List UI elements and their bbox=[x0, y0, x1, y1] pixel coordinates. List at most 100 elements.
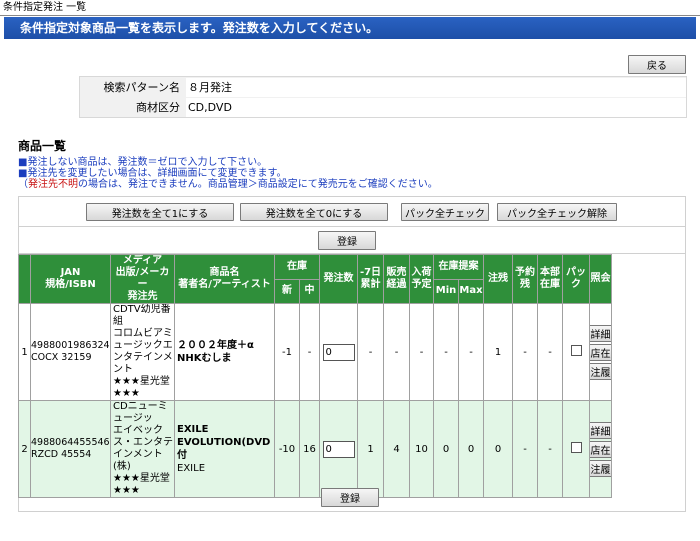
media-type: CDニューミュージッ bbox=[113, 401, 168, 425]
set-all-one-button[interactable]: 発注数を全て1にする bbox=[86, 203, 234, 221]
past7-cell: 1 bbox=[357, 400, 384, 498]
spec-code: RZCD 45554 bbox=[31, 449, 92, 460]
note-line-3-text: の場合は、発注できません。商品管理＞商品設定にて発売元をご確認ください。 bbox=[78, 179, 438, 190]
table-header-row-1: JAN 規格/ISBN メディア 出版/メーカー 発注先 商品名 著者名/アーティスト … bbox=[18, 254, 687, 304]
divider bbox=[18, 226, 686, 227]
col-sales: 販売 経過 bbox=[383, 254, 410, 304]
set-all-zero-button[interactable]: 発注数を全て0にする bbox=[240, 203, 388, 221]
order-history-button[interactable]: 発注履歴 bbox=[590, 362, 611, 380]
col-order-qty: 発注数 bbox=[319, 254, 358, 304]
order-rem-cell: 0 bbox=[483, 400, 513, 498]
col-product-label: 商品名 bbox=[209, 267, 240, 278]
col-stock-proposal: 在庫提案 bbox=[433, 254, 484, 280]
artist-name: NHKむしま bbox=[177, 353, 232, 364]
col-publisher-label: 出版/メーカー bbox=[115, 267, 170, 290]
search-pattern-value: ８月発注 bbox=[186, 78, 686, 97]
search-pattern-row: 検索パターン名 ８月発注 bbox=[80, 78, 686, 98]
col-incoming-b-label: 予定 bbox=[411, 279, 432, 290]
product-cell: ２００２年度＋α NHKむしま bbox=[174, 303, 275, 401]
col-stock-new: 新 bbox=[274, 278, 300, 304]
pack-check-all-button[interactable]: パック全チェック bbox=[401, 203, 489, 221]
order-rem-cell: 1 bbox=[483, 303, 513, 401]
col-incoming-label: 入荷 bbox=[411, 267, 432, 278]
row-number: 2 bbox=[18, 400, 31, 498]
category-value: CD,DVD bbox=[186, 98, 686, 117]
supplier-name: ★★★星光堂★★★ bbox=[113, 473, 170, 496]
other-store-stock-button[interactable]: 他店在庫 bbox=[590, 343, 611, 361]
spec-code: COCX 32159 bbox=[31, 352, 92, 363]
col-product: 商品名 著者名/アーティスト bbox=[174, 254, 275, 304]
col-stock: 在庫 bbox=[274, 254, 320, 280]
pack-cell bbox=[562, 400, 590, 498]
max-cell: - bbox=[458, 303, 484, 401]
table-row: 1 4988001986324 COCX 32159 CDTV幼児番組 コロムビアミ… bbox=[18, 303, 687, 401]
ref-cell: 詳細 他店在庫 発注履歴 bbox=[589, 400, 612, 498]
past7-cell: - bbox=[357, 303, 384, 401]
register-button-top[interactable]: 登録 bbox=[318, 231, 376, 250]
order-qty-input[interactable] bbox=[322, 440, 355, 458]
pack-cell bbox=[562, 303, 590, 401]
col-no bbox=[18, 254, 31, 304]
min-cell: - bbox=[433, 303, 459, 401]
col-pack: パック bbox=[562, 254, 590, 304]
sales-cell: - bbox=[383, 303, 410, 401]
col-spec-label: 規格/ISBN bbox=[45, 279, 96, 290]
col-min: Min bbox=[433, 278, 459, 304]
product-table: JAN 規格/ISBN メディア 出版/メーカー 発注先 商品名 著者名/アーティスト … bbox=[18, 254, 687, 498]
col-past7-label: -7日 bbox=[359, 267, 382, 278]
max-cell: 0 bbox=[458, 400, 484, 498]
col-jan-label: JAN bbox=[60, 267, 81, 278]
order-history-button[interactable]: 発注履歴 bbox=[590, 459, 611, 477]
notes: ■発注しない商品は、発注数＝ゼロで入力して下さい。 ■発注先を変更したい場合は、… bbox=[18, 157, 688, 190]
note-line-3: （発注先不明の場合は、発注できません。商品管理＞商品設定にて発売元をご確認くださ… bbox=[18, 179, 688, 190]
note-line-1: ■発注しない商品は、発注数＝ゼロで入力して下さい。 bbox=[18, 157, 268, 168]
pack-checkbox[interactable] bbox=[570, 345, 582, 356]
col-past7: -7日 累計 bbox=[357, 254, 384, 304]
col-jan: JAN 規格/ISBN bbox=[30, 254, 111, 304]
order-qty-cell bbox=[319, 400, 358, 498]
reserve-cell: - bbox=[512, 400, 538, 498]
media-cell: CDニューミュージッ エイベックス・エンタテインメント(株) ★★★星光堂★★★ bbox=[110, 400, 175, 498]
note-line-3-warning: 発注先不明 bbox=[28, 179, 78, 190]
search-pattern-label: 検索パターン名 bbox=[103, 81, 180, 94]
section-title: 商品一覧 bbox=[18, 139, 67, 153]
other-store-stock-button[interactable]: 他店在庫 bbox=[590, 440, 611, 458]
jan-code: 4988064455546 bbox=[31, 437, 110, 448]
col-reserve: 予約残 bbox=[512, 254, 538, 304]
stock-new-cell: -1 bbox=[274, 303, 300, 401]
detail-button[interactable]: 詳細 bbox=[590, 324, 611, 342]
register-button-bottom[interactable]: 登録 bbox=[321, 488, 379, 507]
back-button[interactable]: 戻る bbox=[628, 55, 686, 74]
col-media-label: メディア bbox=[122, 255, 163, 267]
order-qty-cell bbox=[319, 303, 358, 401]
col-media: メディア 出版/メーカー 発注先 bbox=[110, 254, 175, 304]
stock-new-cell: -10 bbox=[274, 400, 300, 498]
col-ref: 照会 bbox=[589, 254, 612, 304]
pack-uncheck-all-button[interactable]: パック全チェック解除 bbox=[497, 203, 617, 221]
col-reserve-b-label: 残 bbox=[520, 279, 530, 290]
detail-button[interactable]: 詳細 bbox=[590, 421, 611, 439]
incoming-cell: 10 bbox=[409, 400, 434, 498]
reserve-cell: - bbox=[512, 303, 538, 401]
product-cell: EXILE EVOLUTION(DVD付 EXILE bbox=[174, 400, 275, 498]
ref-button-group: 詳細 他店在庫 発注履歴 bbox=[590, 418, 611, 481]
order-qty-input[interactable] bbox=[322, 343, 355, 361]
min-cell: 0 bbox=[433, 400, 459, 498]
product-title: EXILE EVOLUTION(DVD付 bbox=[177, 424, 271, 461]
col-incoming: 入荷 予定 bbox=[409, 254, 434, 304]
col-max: Max bbox=[458, 278, 484, 304]
ref-button-group: 詳細 他店在庫 発注履歴 bbox=[590, 321, 611, 384]
col-sales-label: 販売 bbox=[386, 267, 407, 278]
search-conditions-panel: 検索パターン名 ８月発注 商材区分 CD,DVD bbox=[79, 76, 687, 118]
note-line-3-prefix: （ bbox=[18, 179, 28, 190]
maker-name: エイベックス・エンタテインメント(株) bbox=[113, 425, 173, 472]
col-hq-b-label: 在庫 bbox=[540, 279, 560, 290]
pack-checkbox[interactable] bbox=[570, 442, 582, 453]
col-order-remaining: 注残 bbox=[483, 254, 513, 304]
maker-name: コロムビアミュージックエンタテインメント bbox=[113, 328, 173, 375]
sales-cell: 4 bbox=[383, 400, 410, 498]
media-type: CDTV幼児番組 bbox=[113, 304, 171, 328]
stock-used-cell: - bbox=[299, 303, 320, 401]
hq-cell: - bbox=[537, 400, 563, 498]
row-number: 1 bbox=[18, 303, 31, 401]
